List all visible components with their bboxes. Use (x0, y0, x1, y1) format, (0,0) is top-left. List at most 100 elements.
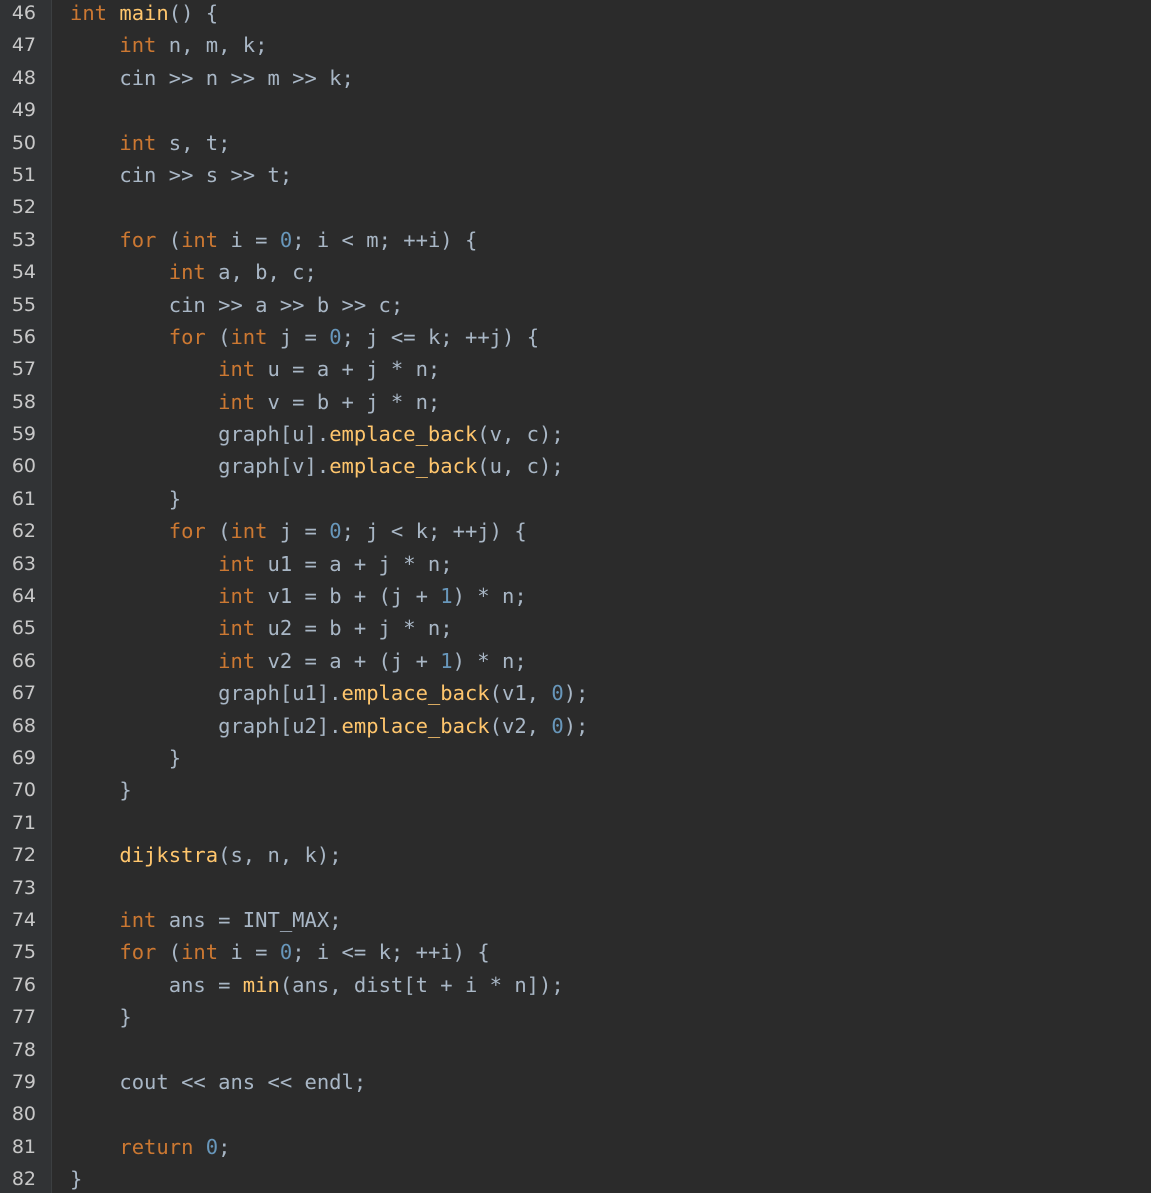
code-text[interactable]: } (70, 742, 181, 774)
code-text[interactable]: for (int j = 0; j < k; ++j) { (70, 515, 527, 547)
line-number: 77 (11, 1006, 36, 1029)
code-line[interactable]: 60 graph[v].emplace_back(u, c); (0, 450, 1151, 482)
code-text[interactable]: cin >> n >> m >> k; (70, 62, 354, 94)
code-text[interactable]: int v = b + j * n; (70, 386, 440, 418)
code-text[interactable]: int ans = INT_MAX; (70, 904, 342, 936)
code-line[interactable]: 62 for (int j = 0; j < k; ++j) { (0, 515, 1151, 547)
code-text[interactable]: for (int i = 0; i <= k; ++i) { (70, 936, 489, 968)
code-token: int (218, 616, 256, 641)
code-token: ); (563, 681, 589, 706)
code-line[interactable]: 81 return 0; (0, 1131, 1151, 1163)
code-line[interactable]: 69 } (0, 742, 1151, 774)
code-text[interactable]: int a, b, c; (70, 256, 317, 288)
code-lines[interactable]: 46 int main() {47 int n, m, k; 48 cin >> n… (0, 0, 1151, 1193)
code-line[interactable]: 80 (0, 1098, 1151, 1130)
code-text[interactable]: int v2 = a + (j + 1) * n; (70, 645, 527, 677)
code-line[interactable]: 77 } (0, 1001, 1151, 1033)
code-token: ; j <= k; ++j) { (341, 324, 540, 349)
code-line[interactable]: 56 for (int j = 0; j <= k; ++j) { (0, 321, 1151, 353)
code-line[interactable]: 57 int u = a + j * n; (0, 353, 1151, 385)
line-number: 82 (11, 1168, 36, 1191)
line-number: 53 (11, 228, 36, 251)
line-number: 52 (11, 196, 36, 219)
code-text[interactable]: cin >> s >> t; (70, 159, 292, 191)
code-text[interactable]: int s, t; (70, 127, 230, 159)
code-line[interactable]: 53 for (int i = 0; i < m; ++i) { (0, 224, 1151, 256)
code-line[interactable]: 64 int v1 = b + (j + 1) * n; (0, 580, 1151, 612)
code-text[interactable]: int u = a + j * n; (70, 353, 440, 385)
code-text[interactable]: int u2 = b + j * n; (70, 612, 453, 644)
code-token: i = (218, 940, 280, 965)
code-line[interactable]: 73 (0, 872, 1151, 904)
code-line[interactable]: 46 int main() { (0, 0, 1151, 29)
code-text[interactable]: graph[v].emplace_back(u, c); (70, 450, 564, 482)
code-text[interactable]: int n, m, k; (70, 29, 267, 61)
code-line[interactable]: 47 int n, m, k; (0, 29, 1151, 61)
code-line[interactable]: 75 for (int i = 0; i <= k; ++i) { (0, 936, 1151, 968)
code-line[interactable]: 70 } (0, 774, 1151, 806)
code-line[interactable]: 54 int a, b, c; (0, 256, 1151, 288)
code-token: dijkstra (119, 843, 219, 868)
code-token: ( (205, 519, 231, 544)
code-token: v1 = b + (j + (255, 584, 441, 609)
code-text[interactable]: cout << ans << endl; (70, 1066, 366, 1098)
code-token: cin >> n >> m >> k; (70, 65, 354, 90)
code-editor[interactable]: 46 int main() {47 int n, m, k; 48 cin >> n… (0, 0, 1151, 1193)
code-text[interactable]: int main() { (70, 0, 218, 29)
code-line[interactable]: 61 } (0, 483, 1151, 515)
code-text[interactable]: } (70, 1163, 82, 1193)
code-line[interactable]: 52 (0, 191, 1151, 223)
code-line[interactable]: 48 cin >> n >> m >> k; (0, 62, 1151, 94)
code-line[interactable]: 63 int u1 = a + j * n; (0, 548, 1151, 580)
code-text[interactable]: dijkstra(s, n, k); (70, 839, 341, 871)
code-line[interactable]: 78 (0, 1034, 1151, 1066)
code-line[interactable]: 76 ans = min(ans, dist[t + i * n]); (0, 969, 1151, 1001)
code-text[interactable]: for (int j = 0; j <= k; ++j) { (70, 321, 539, 353)
line-number: 64 (11, 585, 36, 608)
code-text[interactable]: return 0; (70, 1131, 230, 1163)
code-text[interactable]: graph[u1].emplace_back(v1, 0); (70, 677, 588, 709)
code-token: int (218, 357, 256, 382)
code-line[interactable]: 49 (0, 94, 1151, 126)
code-line[interactable]: 71 (0, 807, 1151, 839)
code-line[interactable]: 67 graph[u1].emplace_back(v1, 0); (0, 677, 1151, 709)
code-token: (v2, (489, 713, 552, 738)
code-token: 0 (551, 713, 564, 738)
code-token: emplace_back (341, 713, 490, 738)
code-token: ; j < k; ++j) { (341, 519, 527, 544)
code-line[interactable]: 51 cin >> s >> t; (0, 159, 1151, 191)
code-token: for (119, 940, 157, 965)
code-line[interactable]: 72 dijkstra(s, n, k); (0, 839, 1151, 871)
code-line[interactable]: 65 int u2 = b + j * n; (0, 612, 1151, 644)
code-token: ) * n; (452, 584, 527, 609)
code-text[interactable]: cin >> a >> b >> c; (70, 289, 404, 321)
code-token: ans = INT_MAX; (156, 907, 342, 932)
code-text[interactable]: } (70, 774, 131, 806)
code-text[interactable]: ans = min(ans, dist[t + i * n]); (70, 969, 564, 1001)
code-line[interactable]: 58 int v = b + j * n; (0, 386, 1151, 418)
code-text[interactable]: } (70, 1001, 131, 1033)
code-line[interactable]: 74 int ans = INT_MAX; (0, 904, 1151, 936)
code-line[interactable]: 79 cout << ans << endl; (0, 1066, 1151, 1098)
code-token: emplace_back (329, 454, 478, 479)
code-line[interactable]: 55 cin >> a >> b >> c; (0, 289, 1151, 321)
code-text[interactable]: graph[u2].emplace_back(v2, 0); (70, 710, 588, 742)
code-token: ( (156, 940, 182, 965)
line-number: 73 (11, 876, 36, 899)
code-text[interactable]: for (int i = 0; i < m; ++i) { (70, 224, 477, 256)
code-token: cin >> a >> b >> c; (70, 292, 404, 317)
code-text[interactable]: graph[u].emplace_back(v, c); (70, 418, 564, 450)
code-text[interactable]: } (70, 483, 181, 515)
code-line[interactable]: 66 int v2 = a + (j + 1) * n; (0, 645, 1151, 677)
code-line[interactable]: 82} (0, 1163, 1151, 1193)
code-line[interactable]: 50 int s, t; (0, 127, 1151, 159)
code-text[interactable]: int u1 = a + j * n; (70, 548, 453, 580)
code-text[interactable]: int v1 = b + (j + 1) * n; (70, 580, 527, 612)
code-token: (ans, dist[t + i * n]); (279, 972, 564, 997)
code-line[interactable]: 59 graph[u].emplace_back(v, c); (0, 418, 1151, 450)
line-number: 63 (11, 552, 36, 575)
code-line[interactable]: 68 graph[u2].emplace_back(v2, 0); (0, 710, 1151, 742)
